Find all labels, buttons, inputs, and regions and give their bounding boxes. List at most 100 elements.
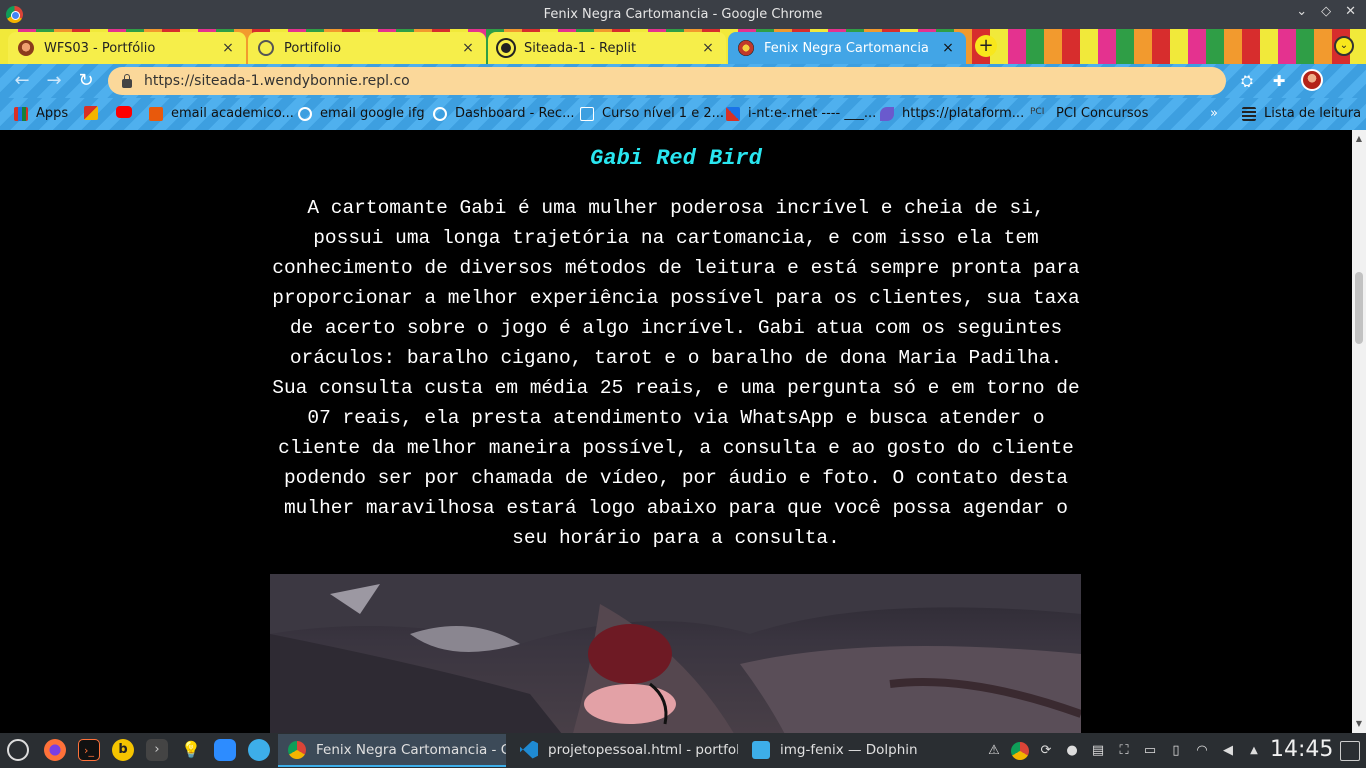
bookmark-internet[interactable]: i-nt:e-.rnet ---- ___... xyxy=(726,106,876,121)
bookmarks-overflow-button[interactable]: » xyxy=(1210,106,1218,121)
bookmark-pci-concursos[interactable]: PCI PCI Concursos xyxy=(1030,106,1148,121)
avatar-favicon-icon xyxy=(18,40,34,56)
tab-wfs03[interactable]: WFS03 - Portfólio × xyxy=(8,32,246,64)
reading-list-label: Lista de leitura xyxy=(1264,106,1362,121)
lock-icon xyxy=(122,73,132,88)
bookmark-apps[interactable]: Apps xyxy=(14,106,68,121)
gmail-icon xyxy=(84,106,98,120)
bookmark-label: PCI Concursos xyxy=(1056,106,1149,121)
clock[interactable]: 14:45 xyxy=(1270,737,1333,762)
tab-title: Portifolio xyxy=(284,40,342,56)
bookmark-label: i-nt:e-.rnet ---- ___... xyxy=(748,106,877,121)
pci-icon: PCI xyxy=(1030,106,1045,117)
zoom-icon[interactable] xyxy=(214,739,236,761)
extensions-puzzle-icon[interactable]: ✚ xyxy=(1269,71,1289,91)
task-label: img-fenix — Dolphin xyxy=(780,741,918,758)
reading-list-icon xyxy=(1242,106,1256,121)
new-tab-button[interactable]: + xyxy=(975,35,997,57)
bookmark-curso[interactable]: Curso nível 1 e 2... xyxy=(580,106,724,121)
close-tab-icon[interactable]: × xyxy=(700,40,716,56)
maximize-button[interactable]: ◇ xyxy=(1321,4,1331,19)
folder-icon xyxy=(752,740,770,759)
window-title: Fenix Negra Cartomancia - Google Chrome xyxy=(543,7,823,22)
tab-replit[interactable]: Siteada-1 - Replit × xyxy=(488,32,726,64)
minimize-button[interactable]: ⌄ xyxy=(1296,4,1307,19)
task-dolphin[interactable]: img-fenix — Dolphin xyxy=(742,734,970,767)
cartomante-photo xyxy=(270,574,1081,733)
youtube-icon xyxy=(116,106,132,118)
fenix-favicon-icon xyxy=(738,40,754,56)
reload-button[interactable]: ↻ xyxy=(75,70,97,92)
bookmark-label: Apps xyxy=(36,106,69,121)
forward-button[interactable]: → xyxy=(43,70,65,92)
remote-desktop-icon[interactable] xyxy=(248,739,270,761)
tab-title: Siteada-1 - Replit xyxy=(524,40,637,56)
vpn-icon[interactable]: ● xyxy=(1063,742,1081,760)
url-text: https://siteada-1.wendybonnie.repl.co xyxy=(144,73,410,89)
page-scrollbar[interactable]: ▲ ▼ xyxy=(1352,130,1366,733)
photo-illustration xyxy=(270,574,1081,733)
clipboard-icon[interactable]: ▤ xyxy=(1089,742,1107,760)
profile-avatar[interactable] xyxy=(1301,69,1323,91)
platform-icon xyxy=(880,106,894,121)
scroll-down-icon[interactable]: ▼ xyxy=(1352,717,1366,731)
show-desktop-button[interactable] xyxy=(1340,741,1360,761)
bing-icon[interactable]: b xyxy=(112,739,134,761)
taskbar: ›_ b › 💡 Fenix Negra Cartomancia - Go...… xyxy=(0,733,1366,768)
task-label: projetopessoal.html - portfoli... xyxy=(548,741,738,758)
extension-icon[interactable]: ⛭ xyxy=(1237,71,1257,91)
bio-paragraph: A cartomante Gabi é uma mulher poderosa … xyxy=(272,197,1080,549)
scroll-up-icon[interactable]: ▲ xyxy=(1352,132,1366,146)
tab-title: Fenix Negra Cartomancia xyxy=(764,40,929,56)
notifications-muted-icon[interactable]: ⚠ xyxy=(985,742,1003,760)
update-icon[interactable]: ⟳ xyxy=(1037,742,1055,760)
browser-toolbar: ← → ↻ https://siteada-1.wendybonnie.repl… xyxy=(0,64,1366,98)
bookmark-youtube[interactable] xyxy=(116,106,140,118)
page-title: Gabi Red Bird xyxy=(590,146,762,171)
bookmark-email-academico[interactable]: email academico... xyxy=(149,106,294,121)
globe-icon xyxy=(433,106,447,121)
reading-list-button[interactable]: Lista de leitura xyxy=(1242,106,1361,121)
tab-portifolio[interactable]: Portifolio × xyxy=(248,32,486,64)
page-viewport: Gabi Red Bird A cartomante Gabi é uma mu… xyxy=(0,130,1352,733)
console-icon[interactable]: › xyxy=(146,739,168,761)
wifi-icon[interactable]: ◠ xyxy=(1193,742,1211,760)
close-window-button[interactable]: ✕ xyxy=(1345,4,1356,19)
bookmarks-bar: Apps email academico... email google ifg… xyxy=(0,98,1366,130)
volume-icon[interactable]: ◀ xyxy=(1219,742,1237,760)
vscode-icon xyxy=(520,740,538,759)
desktop-screen: Fenix Negra Cartomancia - Google Chrome … xyxy=(0,0,1366,768)
back-button[interactable]: ← xyxy=(11,70,33,92)
bookmark-gmail[interactable] xyxy=(84,106,106,120)
close-tab-icon[interactable]: × xyxy=(220,40,236,56)
device-icon[interactable]: ▯ xyxy=(1167,742,1185,760)
replit-icon xyxy=(498,40,514,56)
chrome-tray-icon[interactable] xyxy=(1011,742,1029,760)
battery-icon[interactable]: ▭ xyxy=(1141,742,1159,760)
cross-icon xyxy=(726,106,740,121)
bookmark-plataforma[interactable]: https://plataform... xyxy=(880,106,1024,121)
tab-fenix-negra[interactable]: Fenix Negra Cartomancia × xyxy=(728,32,966,64)
scroll-thumb[interactable] xyxy=(1355,272,1363,344)
tab-search-icon[interactable]: ⌄ xyxy=(1334,36,1354,56)
firefox-icon[interactable] xyxy=(44,739,66,761)
address-bar[interactable]: https://siteada-1.wendybonnie.repl.co xyxy=(108,67,1226,95)
tab-strip: WFS03 - Portfólio × Portifolio × Siteada… xyxy=(0,29,1366,64)
close-tab-icon[interactable]: × xyxy=(460,40,476,56)
close-tab-icon[interactable]: × xyxy=(940,40,956,56)
task-chrome[interactable]: Fenix Negra Cartomancia - Go... xyxy=(278,734,506,767)
lightbulb-icon[interactable]: 💡 xyxy=(180,739,202,761)
bookmark-dashboard[interactable]: Dashboard - Rec... xyxy=(433,106,574,121)
task-vscode[interactable]: projetopessoal.html - portfoli... xyxy=(510,734,738,767)
bookmark-label: email academico... xyxy=(171,106,294,121)
tray-expand-icon[interactable]: ▲ xyxy=(1245,742,1263,760)
chrome-icon xyxy=(288,740,306,759)
app-launcher-icon[interactable] xyxy=(7,739,29,761)
bookmark-label: email google ifg xyxy=(320,106,425,121)
apps-grid-icon xyxy=(14,106,28,121)
window-controls: ⌄ ◇ ✕ xyxy=(1296,4,1356,19)
screenshot-icon[interactable]: ⛶ xyxy=(1115,742,1133,760)
terminal-icon[interactable]: ›_ xyxy=(78,739,100,761)
bookmark-label: https://plataform... xyxy=(902,106,1025,121)
bookmark-email-google-ifg[interactable]: email google ifg xyxy=(298,106,425,121)
